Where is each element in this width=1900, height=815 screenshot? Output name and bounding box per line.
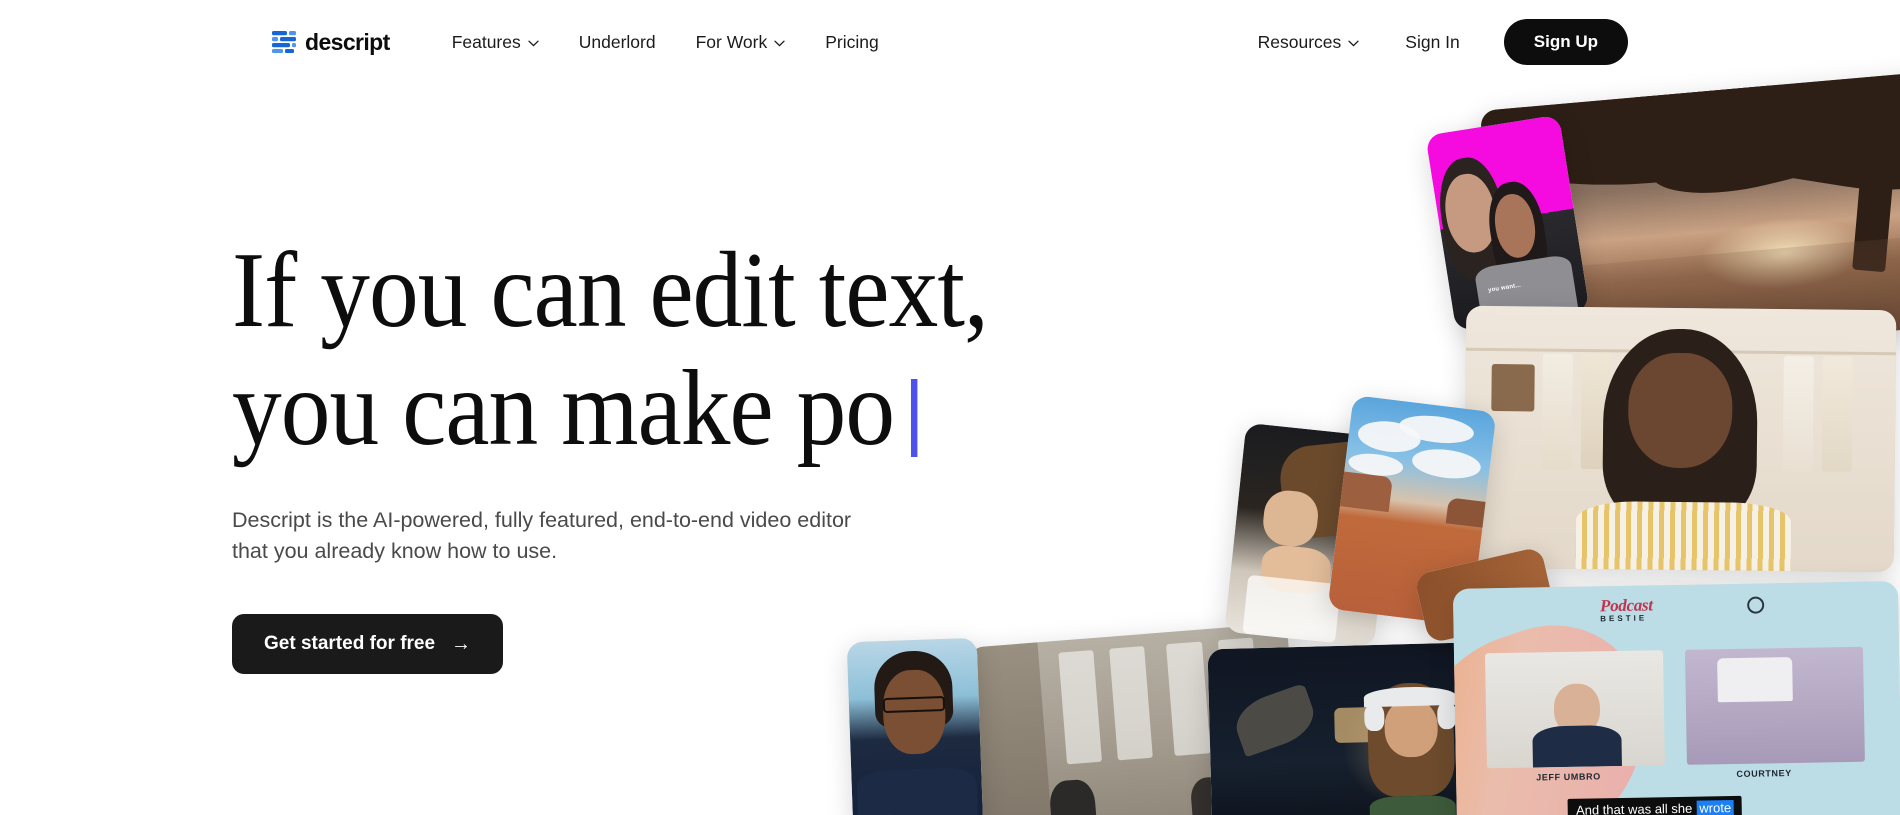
nav-item-underlord[interactable]: Underlord [559, 24, 676, 61]
nav-item-underlord-label: Underlord [578, 31, 656, 52]
chevron-down-icon [1348, 40, 1359, 47]
brand-name-label: descript [305, 28, 390, 55]
podcast-speaker-right-frame [1685, 646, 1866, 765]
podcast-speaker-right-name: COURTNEY [1736, 768, 1792, 779]
sign-in-link[interactable]: Sign In [1379, 24, 1485, 61]
video-caption-bar: And that was all she wrote [1567, 795, 1743, 815]
get-started-label: Get started for free [264, 633, 436, 655]
nav-item-for-work-label: For Work [695, 31, 768, 52]
arrow-right-icon: → [451, 633, 472, 656]
headline-line-2-wrap: you can make po [232, 348, 1060, 468]
nav-left-group: descript Features Underlord For Work Pri… [272, 24, 899, 61]
nav-item-features-label: Features [451, 31, 521, 52]
caption-highlighted-word: wrote [1696, 800, 1735, 815]
hero-subheadline: Descript is the AI-powered, fully featur… [232, 508, 852, 563]
podcast-show-subtitle: BESTIE [1600, 613, 1648, 624]
landing-page: descript Features Underlord For Work Pri… [0, 0, 1900, 815]
descript-logo-icon [272, 31, 296, 53]
microphone-icon [1746, 595, 1765, 614]
nav-right-group: Resources Sign In Sign Up [1238, 19, 1628, 65]
nav-item-resources[interactable]: Resources [1238, 24, 1380, 61]
page-title: If you can edit text, you can make po [232, 232, 1060, 467]
clothing-store-woman-video[interactable] [1463, 305, 1897, 573]
headline-line-1: If you can edit text, [232, 231, 989, 350]
text-cursor-caret [910, 378, 918, 457]
caption-text: And that was all she [1575, 800, 1693, 815]
sign-up-button[interactable]: Sign Up [1503, 19, 1628, 65]
hero-section: If you can edit text, you can make po De… [232, 232, 1132, 675]
sign-in-label: Sign In [1405, 31, 1460, 52]
chevron-down-icon [774, 40, 785, 47]
podcast-speaker-left-name: JEFF UMBRO [1536, 771, 1601, 783]
podcast-bestie-logo: Podcast BESTIE [1600, 594, 1752, 637]
nav-item-pricing[interactable]: Pricing [805, 24, 899, 61]
podcast-bestie-video[interactable]: Podcast BESTIE JEFF UMBRO COURTNEY And t… [1452, 581, 1900, 815]
headline-line-2: you can make po [232, 348, 895, 468]
nav-item-features[interactable]: Features [432, 24, 559, 61]
get-started-button[interactable]: Get started for free → [232, 614, 504, 675]
top-navigation-bar: descript Features Underlord For Work Pri… [0, 0, 1900, 84]
podcast-speaker-left-frame [1485, 650, 1666, 769]
nav-links: Features Underlord For Work Pricing [432, 24, 899, 61]
chevron-down-icon [528, 40, 539, 47]
nav-item-resources-label: Resources [1257, 31, 1342, 52]
nav-item-pricing-label: Pricing [825, 31, 879, 52]
brand-logo-link[interactable]: descript [272, 29, 390, 56]
nav-item-for-work[interactable]: For Work [676, 24, 806, 61]
